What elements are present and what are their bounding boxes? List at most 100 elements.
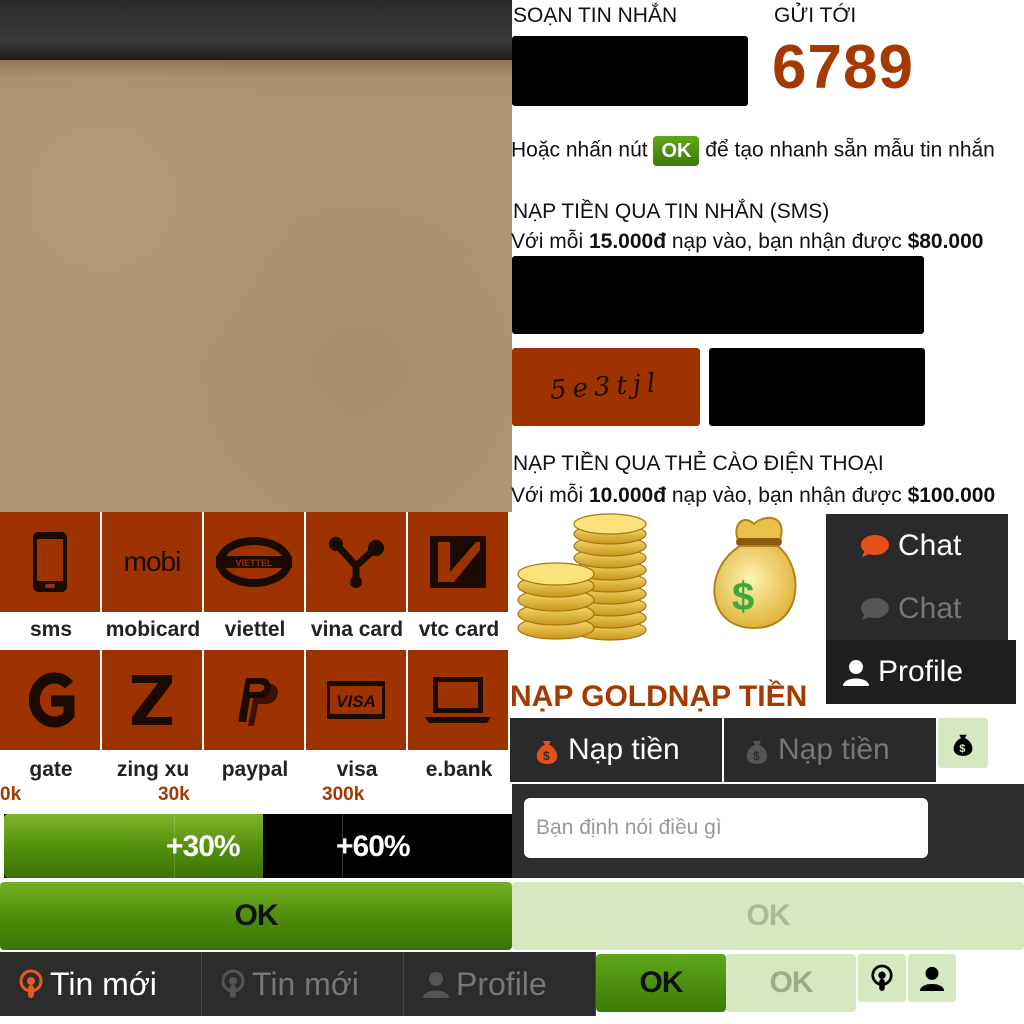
message-input[interactable]: Bạn định nói điều gì bbox=[524, 798, 928, 858]
sms-compose-box[interactable] bbox=[512, 36, 748, 106]
method-label-viettel: viettel bbox=[224, 618, 286, 641]
rate-middle: nạp vào, bạn nhận được bbox=[671, 230, 902, 253]
menu-profile[interactable]: Profile bbox=[826, 640, 1016, 704]
topup-button-active[interactable]: $ Nạp tiền bbox=[510, 718, 722, 782]
viettel-logo-icon: VIETTEL bbox=[216, 537, 292, 587]
paypal-icon bbox=[238, 678, 278, 726]
gate-g-icon bbox=[28, 672, 75, 728]
chat-bubble-icon bbox=[861, 598, 889, 620]
money-bag-small-icon: $ bbox=[953, 734, 973, 756]
vtc-logo-icon bbox=[430, 536, 486, 588]
rate-prefix: Với mỗi bbox=[511, 230, 584, 253]
method-ebank-tile[interactable] bbox=[408, 650, 508, 750]
method-label-vinacard: vina card bbox=[310, 618, 404, 641]
method-label-zingxu: zing xu bbox=[116, 758, 190, 781]
tab-news-active[interactable]: Tin mới bbox=[0, 952, 202, 1016]
bonus-level-30: +30% bbox=[166, 830, 241, 863]
ok-small-button[interactable]: OK bbox=[596, 954, 726, 1012]
money-bag-small-icon: $ bbox=[536, 741, 558, 764]
tab-profile[interactable]: Profile bbox=[404, 952, 596, 1016]
rate-middle: nạp vào, bạn nhận được bbox=[671, 484, 902, 507]
captcha-text: 5e3tjl bbox=[549, 368, 663, 406]
quick-ok-button[interactable]: OK bbox=[653, 136, 700, 166]
menu-chat-label: Chat bbox=[898, 592, 962, 625]
podcast-icon bbox=[19, 969, 43, 998]
laptop-icon bbox=[425, 677, 491, 723]
rate-amount: 15.000đ bbox=[588, 230, 667, 253]
method-vtccard-tile[interactable] bbox=[408, 512, 508, 612]
compose-label: SOẠN TIN NHẮN bbox=[513, 4, 678, 27]
gold-title: NẠP GOLDNẠP TIỀN bbox=[510, 680, 807, 714]
dollar-sign: $ bbox=[732, 575, 754, 619]
sms-topup-title: NẠP TIỀN QUA TIN NHẮN (SMS) bbox=[513, 200, 830, 223]
svg-text:$: $ bbox=[753, 749, 760, 763]
rate-reward: $80.000 bbox=[907, 230, 984, 253]
sms-topup-rate: Với mỗi 15.000đ nạp vào, bạn nhận được $… bbox=[511, 230, 983, 254]
send-to-label: GỬI TỚI bbox=[774, 4, 857, 27]
method-label-ebank: e.bank bbox=[425, 758, 493, 781]
rate-reward: $100.000 bbox=[907, 484, 996, 507]
bonus-tick-300k: 300k bbox=[322, 784, 365, 805]
viettel-logo-text: VIETTEL bbox=[235, 558, 273, 568]
send-to-number: 6789 bbox=[772, 33, 914, 102]
method-label-gate: gate bbox=[29, 758, 73, 781]
svg-text:$: $ bbox=[543, 749, 550, 763]
podcast-icon bbox=[871, 964, 893, 991]
money-bag-icon: $ bbox=[713, 516, 797, 630]
tab-news-inactive[interactable]: Tin mới bbox=[202, 952, 404, 1016]
sms-content-box[interactable] bbox=[512, 256, 924, 334]
chat-bubble-icon bbox=[861, 535, 889, 557]
ok-button[interactable]: OK bbox=[0, 882, 512, 950]
method-sms-tile[interactable] bbox=[0, 512, 100, 612]
card-topup-rate: Với mỗi 10.000đ nạp vào, bạn nhận được $… bbox=[511, 484, 995, 508]
ok-small-button-disabled[interactable]: OK bbox=[726, 954, 856, 1012]
method-label-vtccard: vtc card bbox=[418, 618, 500, 641]
podcast-icon bbox=[221, 969, 245, 998]
gold-coins-icon bbox=[517, 513, 647, 641]
method-vinacard-tile[interactable] bbox=[306, 512, 406, 612]
method-paypal-tile[interactable] bbox=[204, 650, 304, 750]
tab-news-label: Tin mới bbox=[50, 965, 157, 1002]
bonus-tick-0k: 0k bbox=[0, 784, 22, 805]
tab-news-label: Tin mới bbox=[252, 965, 359, 1002]
menu-profile-label: Profile bbox=[878, 655, 964, 688]
message-placeholder: Bạn định nói điều gì bbox=[536, 816, 722, 839]
quick-hint: Hoặc nhấn nút OK để tạo nhanh sẵn mẫu ti… bbox=[511, 136, 995, 166]
money-bag-button[interactable]: $ bbox=[938, 718, 988, 768]
tab-profile-label: Profile bbox=[456, 965, 547, 1002]
title-gold: NẠP GOLD bbox=[510, 680, 668, 713]
visa-card-icon: VISA bbox=[327, 681, 385, 719]
bonus-tick-30k: 30k bbox=[158, 784, 190, 805]
quick-hint-before: Hoặc nhấn nút bbox=[511, 138, 648, 162]
user-icon bbox=[423, 972, 449, 998]
method-zingxu-tile[interactable] bbox=[102, 650, 202, 750]
user-icon bbox=[919, 966, 945, 991]
method-label-visa: visa bbox=[336, 758, 378, 781]
ok-button-disabled[interactable]: OK bbox=[512, 882, 1024, 950]
topup-label: Nạp tiền bbox=[568, 733, 680, 766]
menu-chat-label: Chat bbox=[898, 529, 962, 562]
method-gate-tile[interactable] bbox=[0, 650, 100, 750]
method-viettel-tile[interactable]: VIETTEL bbox=[204, 512, 304, 612]
title-money: NẠP TIỀN bbox=[667, 680, 808, 713]
method-label-mobicard: mobicard bbox=[105, 618, 201, 641]
svg-text:$: $ bbox=[959, 743, 965, 755]
method-label-sms: sms bbox=[29, 618, 73, 641]
captcha-image: 5e3tjl bbox=[512, 348, 700, 426]
method-mobicard-tile[interactable]: mobi bbox=[102, 512, 202, 612]
topup-label: Nạp tiền bbox=[778, 733, 890, 766]
method-label-paypal: paypal bbox=[221, 758, 289, 781]
topup-button-inactive[interactable]: $ Nạp tiền bbox=[724, 718, 936, 782]
menu-chat-inactive[interactable]: Chat bbox=[826, 578, 1008, 640]
card-topup-title: NẠP TIỀN QUA THẺ CÀO ĐIỆN THOẠI bbox=[513, 452, 884, 475]
mobi-logo-icon: mobi bbox=[123, 546, 182, 577]
vina-network-icon bbox=[329, 537, 384, 588]
profile-button[interactable] bbox=[908, 954, 956, 1002]
podcast-button[interactable] bbox=[858, 954, 906, 1002]
captcha-input[interactable] bbox=[709, 348, 925, 426]
zing-z-icon bbox=[132, 675, 172, 725]
method-visa-tile[interactable]: VISA bbox=[306, 650, 406, 750]
menu-chat-active[interactable]: Chat bbox=[826, 514, 1008, 578]
user-icon bbox=[843, 660, 869, 686]
top-bar bbox=[0, 0, 512, 60]
